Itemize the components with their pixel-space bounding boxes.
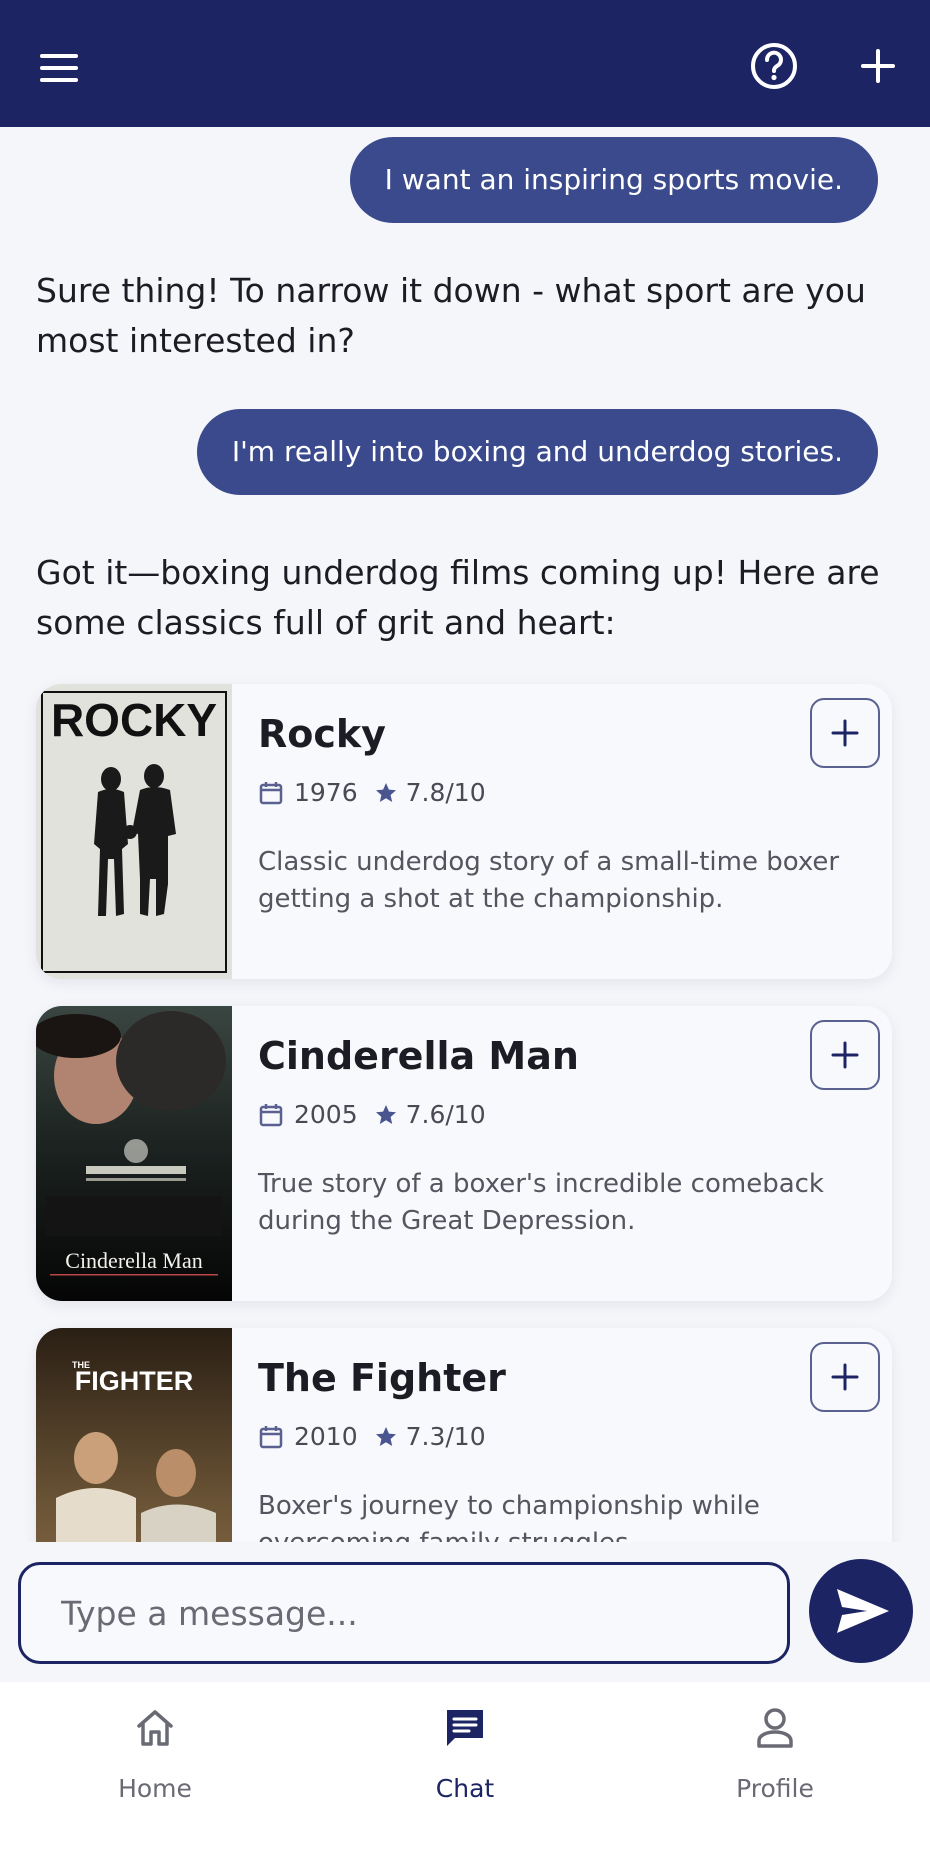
profile-icon (757, 1708, 793, 1748)
movie-card[interactable]: Cinderella Man Cinderella Man 2005 7.6/1… (36, 1006, 892, 1301)
calendar-icon (259, 1103, 283, 1126)
add-to-list-button[interactable] (810, 698, 880, 768)
assistant-message: Got it—boxing underdog films coming up! … (36, 553, 880, 642)
movie-title: Rocky (258, 712, 386, 756)
plus-icon (831, 1041, 859, 1069)
top-app-bar (0, 0, 930, 127)
movie-meta: 2010 7.3/10 (258, 1422, 486, 1451)
send-button[interactable] (809, 1559, 913, 1663)
hamburger-line (40, 78, 78, 82)
nav-label: Chat (435, 1774, 495, 1803)
movie-title: Cinderella Man (258, 1034, 579, 1078)
nav-item-profile[interactable]: Profile (675, 1682, 875, 1855)
add-to-list-button[interactable] (810, 1342, 880, 1412)
movie-year: 2010 (294, 1422, 358, 1451)
movie-poster: ROCKY (36, 684, 232, 979)
poster-title-text: FIGHTER (75, 1366, 194, 1396)
calendar-icon (259, 1425, 283, 1448)
rocky-poster-art: ROCKY (36, 684, 232, 979)
movie-meta: 2005 7.6/10 (258, 1100, 486, 1129)
nav-item-home[interactable]: Home (55, 1682, 255, 1855)
message-input[interactable] (18, 1562, 790, 1664)
star-icon (375, 782, 396, 802)
cinderella-man-poster-art: Cinderella Man (36, 1006, 232, 1301)
user-message: I'm really into boxing and underdog stor… (196, 409, 878, 495)
new-chat-button[interactable] (852, 40, 904, 92)
bottom-navigation: Home Chat Profile (0, 1682, 930, 1855)
movie-description: True story of a boxer's incredible comeb… (258, 1169, 824, 1236)
chat-icon (447, 1710, 483, 1746)
movie-year: 1976 (294, 778, 358, 807)
help-button[interactable] (748, 40, 800, 92)
movie-rating: 7.8/10 (405, 778, 486, 807)
assistant-message: Sure thing! To narrow it down - what spo… (36, 271, 866, 360)
movie-poster: Cinderella Man (36, 1006, 232, 1301)
movie-rating: 7.3/10 (405, 1422, 486, 1451)
menu-button[interactable] (36, 44, 86, 84)
home-icon (137, 1710, 173, 1746)
movie-description: Classic underdog story of a small-time b… (258, 847, 840, 914)
nav-label: Home (118, 1774, 192, 1803)
movie-card[interactable]: ROCKY Rocky 1976 7.8/10 Classic underdog… (36, 684, 892, 979)
plus-icon (831, 1363, 859, 1391)
nav-item-chat[interactable]: Chat (365, 1682, 565, 1855)
movie-poster: THE FIGHTER (36, 1328, 232, 1542)
send-icon (837, 1589, 889, 1633)
user-message: I want an inspiring sports movie. (349, 137, 878, 223)
movie-description: Boxer's journey to championship while ov… (258, 1491, 760, 1542)
add-to-list-button[interactable] (810, 1020, 880, 1090)
movie-meta: 1976 7.8/10 (258, 778, 486, 807)
movie-year: 2005 (294, 1100, 358, 1129)
movie-card[interactable]: THE FIGHTER The Fighter 2010 7.3/10 Boxe… (36, 1328, 892, 1542)
poster-title-text: ROCKY (51, 694, 217, 746)
the-fighter-poster-art: THE FIGHTER (36, 1328, 232, 1542)
calendar-icon (259, 781, 283, 804)
movie-title: The Fighter (258, 1356, 506, 1400)
plus-icon (831, 719, 859, 747)
poster-title-text: Cinderella Man (65, 1248, 202, 1273)
help-circle-icon (751, 43, 797, 89)
chat-thread[interactable]: I want an inspiring sports movie. Sure t… (0, 127, 930, 1542)
plus-icon (861, 49, 895, 83)
movie-rating: 7.6/10 (405, 1100, 486, 1129)
nav-label: Profile (736, 1774, 814, 1803)
star-icon (375, 1426, 396, 1446)
hamburger-line (40, 66, 78, 70)
hamburger-menu-icon (40, 54, 78, 58)
message-composer (0, 1542, 930, 1682)
star-icon (375, 1104, 396, 1124)
